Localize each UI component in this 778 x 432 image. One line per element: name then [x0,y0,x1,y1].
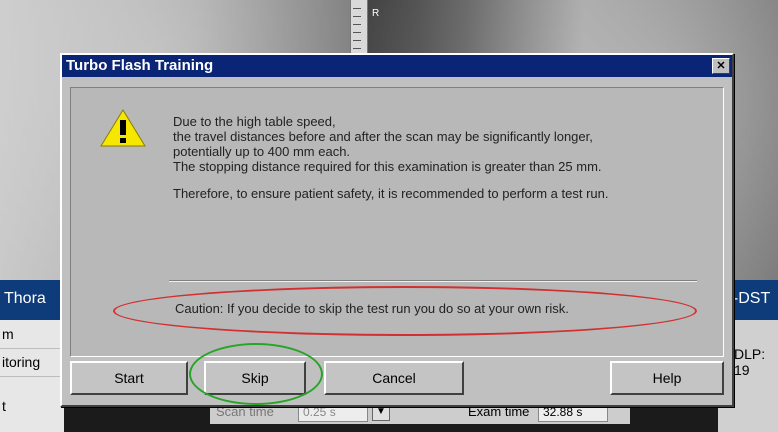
close-icon: ✕ [716,60,726,72]
dlp-text: DLP: 19 [734,346,766,378]
dialog-titlebar[interactable]: Turbo Flash Training ✕ [62,55,732,77]
message-line: The stopping distance required for this … [173,159,602,174]
ruler [350,0,368,58]
message-line: Due to the high table speed, [173,114,336,129]
turbo-flash-training-dialog: Turbo Flash Training ✕ Due to the high t… [60,53,734,407]
left-menu: m itoring t [0,320,64,432]
divider [169,280,697,282]
protocol-left-text: Thora [4,290,46,307]
skip-highlight-ellipse [189,343,323,405]
left-menu-item[interactable]: t [0,376,64,432]
message-panel: Due to the high table speed, the travel … [70,87,724,357]
orientation-label: R [372,8,380,19]
start-button[interactable]: Start [70,361,188,395]
close-button[interactable]: ✕ [712,58,730,74]
left-menu-item[interactable]: itoring [0,348,64,377]
safety-message: Therefore, to ensure patient safety, it … [173,186,609,201]
message-line: potentially up to 400 mm each. [173,144,351,159]
warning-message: Due to the high table speed, the travel … [173,114,713,201]
caution-message: Caution: If you decide to skip the test … [175,301,569,316]
left-menu-item[interactable]: m [0,320,64,349]
warning-icon [100,109,146,147]
message-line: the travel distances before and after th… [173,129,593,144]
cancel-button[interactable]: Cancel [324,361,464,395]
dialog-title: Turbo Flash Training [66,57,214,74]
help-button[interactable]: Help [610,361,724,395]
